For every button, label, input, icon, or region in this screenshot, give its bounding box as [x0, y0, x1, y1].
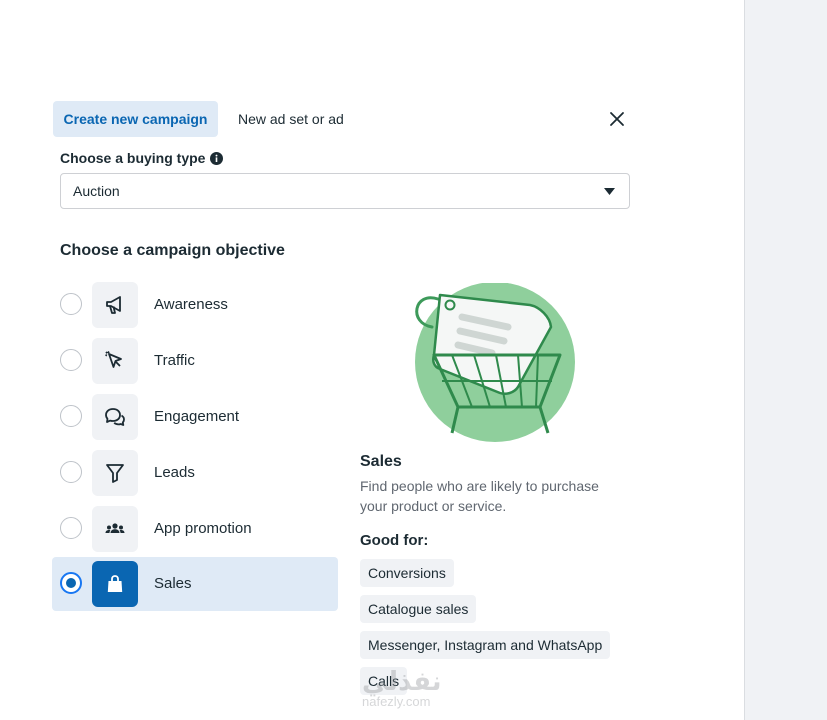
- close-button[interactable]: [603, 105, 631, 133]
- objective-option-engagement[interactable]: Engagement: [52, 390, 338, 444]
- caret-down-icon: [604, 188, 615, 195]
- objective-radio-awareness[interactable]: [60, 293, 82, 315]
- objective-label-sales: Sales: [154, 575, 192, 592]
- objective-option-awareness[interactable]: Awareness: [52, 278, 338, 332]
- objective-icon-box: [92, 506, 138, 552]
- tab-new-ad-set-or-ad[interactable]: New ad set or ad: [226, 101, 356, 137]
- buying-type-label-text: Choose a buying type: [60, 150, 206, 166]
- buying-type-select[interactable]: Auction: [60, 173, 630, 209]
- megaphone-icon: [106, 296, 121, 314]
- objective-option-sales[interactable]: Sales: [52, 557, 338, 611]
- objective-radio-engagement[interactable]: [60, 405, 82, 427]
- detail-title: Sales: [360, 453, 402, 470]
- shopping-bag-icon: [107, 575, 123, 592]
- objective-radio-app-promotion[interactable]: [60, 517, 82, 539]
- good-for-tag: Conversions: [360, 559, 454, 587]
- good-for-tag: Catalogue sales: [360, 595, 477, 623]
- objective-icon-box: [92, 561, 138, 607]
- buying-type-label: Choose a buying type: [60, 150, 224, 166]
- chat-bubbles-icon: [105, 408, 125, 426]
- campaign-objective-heading: Choose a campaign objective: [60, 242, 285, 259]
- objective-radio-leads[interactable]: [60, 461, 82, 483]
- objective-label-app-promotion: App promotion: [154, 520, 252, 537]
- good-for-tag: Messenger, Instagram and WhatsApp: [360, 631, 611, 659]
- watermark: نفذلي nafezly.com: [362, 668, 442, 709]
- watermark-latin: nafezly.com: [362, 694, 431, 709]
- funnel-icon: [106, 464, 124, 483]
- tab-create-new-campaign[interactable]: Create new campaign: [53, 101, 218, 137]
- right-gutter: [744, 0, 827, 720]
- info-icon[interactable]: [210, 151, 224, 165]
- close-icon: [610, 112, 624, 126]
- objective-icon-box: [92, 282, 138, 328]
- detail-description: Find people who are likely to purchase y…: [360, 478, 599, 514]
- objective-label-traffic: Traffic: [154, 352, 195, 369]
- people-icon: [105, 523, 125, 533]
- cursor-icon: [105, 351, 122, 368]
- objective-radio-sales[interactable]: [60, 572, 82, 594]
- objective-label-leads: Leads: [154, 464, 195, 481]
- objective-icon-box: [92, 450, 138, 496]
- sales-illustration: [415, 283, 575, 442]
- objective-option-traffic[interactable]: Traffic: [52, 334, 338, 388]
- good-for-heading: Good for:: [360, 532, 429, 549]
- objective-label-awareness: Awareness: [154, 296, 228, 313]
- objective-radio-traffic[interactable]: [60, 349, 82, 371]
- objective-label-engagement: Engagement: [154, 408, 240, 425]
- objective-option-leads[interactable]: Leads: [52, 446, 338, 500]
- watermark-arabic: نفذلي: [362, 666, 442, 696]
- objective-icon-box: [92, 338, 138, 384]
- objective-option-app-promotion[interactable]: App promotion: [52, 502, 338, 556]
- objective-icon-box: [92, 394, 138, 440]
- buying-type-value: Auction: [73, 183, 120, 199]
